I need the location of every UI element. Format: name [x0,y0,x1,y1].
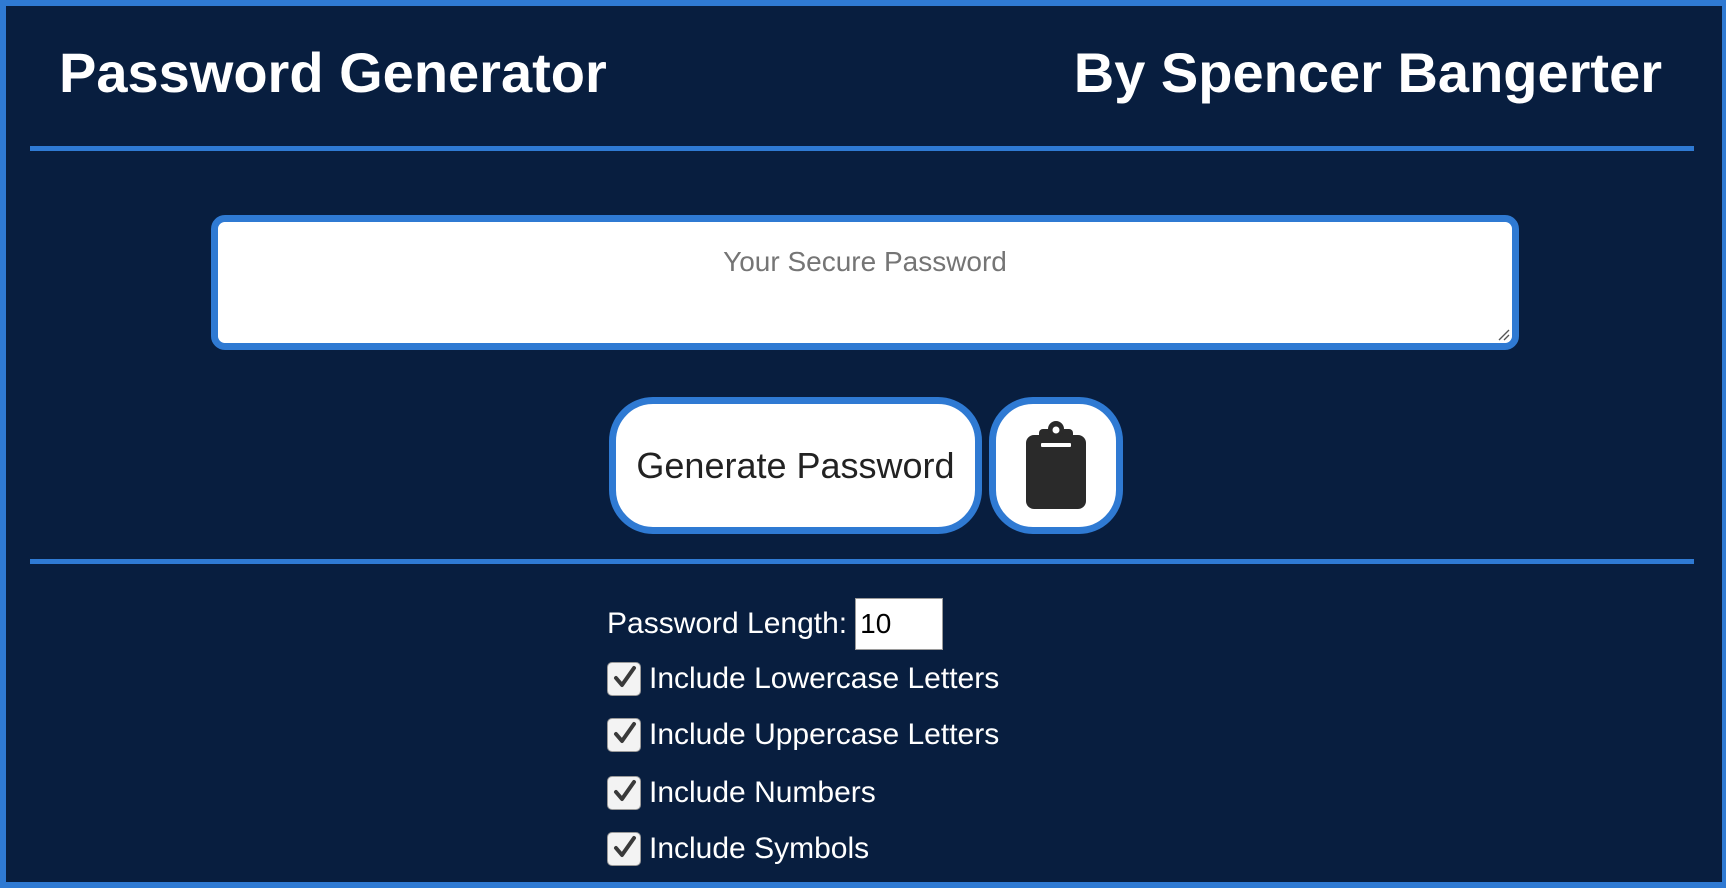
checkmark-icon [614,836,636,857]
generate-password-button[interactable]: Generate Password [609,397,982,534]
page-title: Password Generator [59,41,607,104]
option-symbols: Include Symbols [607,832,869,866]
app-frame: Password Generator By Spencer Bangerter … [0,0,1726,888]
header: Password Generator By Spencer Bangerter [6,6,1722,146]
symbols-checkbox[interactable] [607,832,641,866]
section-divider [30,559,1694,564]
lowercase-label: Include Lowercase Letters [649,662,1000,695]
checkmark-icon [614,780,636,801]
clipboard-icon [1026,420,1086,509]
symbols-label: Include Symbols [649,832,870,865]
copy-to-clipboard-button[interactable] [989,397,1123,534]
uppercase-label: Include Uppercase Letters [649,718,1000,751]
lowercase-checkbox[interactable] [607,662,641,696]
password-length-row: Password Length: [607,598,944,650]
password-length-input[interactable] [855,598,944,650]
header-divider [30,146,1694,151]
uppercase-checkbox[interactable] [607,718,641,752]
option-lowercase: Include Lowercase Letters [607,662,999,696]
password-output-field[interactable] [218,222,1512,343]
checkmark-icon [614,666,636,687]
option-uppercase: Include Uppercase Letters [607,718,999,752]
numbers-label: Include Numbers [649,776,876,809]
option-numbers: Include Numbers [607,776,876,810]
password-output-box [211,215,1519,350]
numbers-checkbox[interactable] [607,776,641,810]
password-length-label: Password Length: [607,607,848,640]
checkmark-icon [614,722,636,743]
author-credit: By Spencer Bangerter [1073,41,1662,104]
